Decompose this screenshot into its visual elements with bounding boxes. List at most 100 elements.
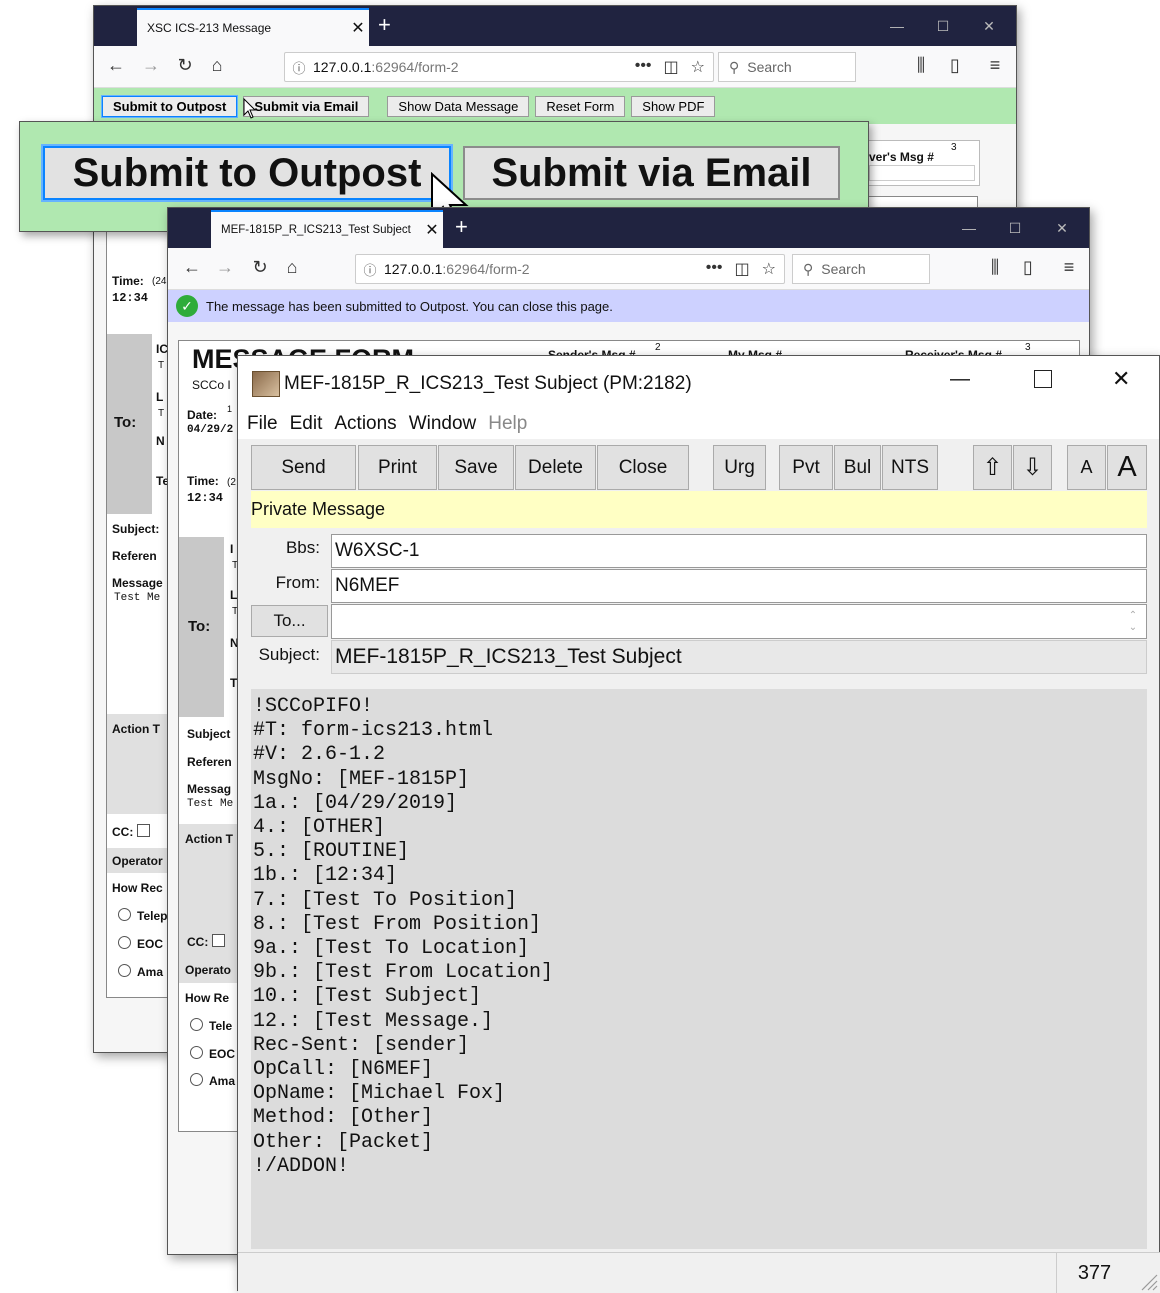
show-pdf-button[interactable]: Show PDF	[631, 95, 716, 117]
bookmark-star-icon[interactable]: ☆	[691, 57, 705, 77]
next-message-button[interactable]: ⇩	[1013, 445, 1052, 490]
bookmark-star-icon[interactable]: ☆	[762, 259, 776, 279]
search-input[interactable]: ⚲ Search	[718, 52, 856, 82]
radio-amateur[interactable]: Ama	[118, 964, 163, 979]
send-button[interactable]: Send	[251, 445, 356, 490]
receivers-msg-input[interactable]	[869, 165, 975, 181]
to-button[interactable]: To...	[251, 605, 328, 637]
banner-text: Private Message	[251, 499, 386, 519]
bulletin-button[interactable]: Bul	[834, 445, 881, 490]
reset-form-button[interactable]: Reset Form	[535, 95, 626, 117]
maximize-icon[interactable]	[1034, 370, 1052, 388]
font-smaller-button[interactable]: A	[1067, 445, 1106, 490]
close-button[interactable]: Close	[597, 445, 689, 490]
menu-window[interactable]: Window	[409, 413, 477, 435]
cc-checkbox[interactable]	[212, 934, 226, 947]
save-button[interactable]: Save	[438, 445, 514, 490]
sidebar-icon[interactable]: ▯	[943, 55, 967, 76]
tab-title: MEF-1815P_R_ICS213_Test Subject	[221, 224, 411, 236]
radio-amateur-label: Ama	[137, 965, 164, 979]
radio-eoc-label: EOC	[137, 937, 164, 951]
home-icon[interactable]: ⌂	[205, 55, 229, 76]
page-actions-icon[interactable]: •••	[706, 259, 723, 279]
nts-button[interactable]: NTS	[882, 445, 938, 490]
message-body[interactable]: !SCCoPIFO! #T: form-ics213.html #V: 2.6-1.…	[251, 689, 1147, 1249]
url-bar[interactable]: ⓘ 127.0.0.1 :62964/form-2 ••• ◫ ☆	[355, 254, 785, 284]
resize-grip-icon[interactable]	[1138, 1271, 1158, 1291]
menu-help[interactable]: Help	[488, 413, 527, 435]
urgent-button[interactable]: Urg	[713, 445, 766, 490]
message-label: Messag	[187, 782, 232, 796]
forward-icon[interactable]: →	[213, 257, 237, 278]
to-scroll[interactable]: ⌃ ⌄	[1120, 605, 1146, 638]
url-host: 127.0.0.1	[384, 261, 443, 277]
reload-icon[interactable]: ↻	[173, 55, 197, 76]
minimize-icon[interactable]: —	[950, 368, 970, 391]
menu-icon[interactable]: ≡	[983, 55, 1007, 76]
how-received-label: How Rec	[112, 881, 163, 895]
scroll-up-icon[interactable]: ⌃	[1129, 610, 1137, 622]
radio-amateur[interactable]: Ama	[190, 1073, 235, 1088]
cc-label: CC:	[112, 825, 134, 839]
submit-to-outpost-button[interactable]: Submit to Outpost	[102, 95, 238, 117]
pocket-icon[interactable]: ◫	[664, 57, 679, 77]
pocket-icon[interactable]: ◫	[735, 259, 750, 279]
close-tab-icon[interactable]: ✕	[347, 18, 369, 38]
maximize-icon[interactable]: ☐	[920, 6, 966, 46]
zoom-submit-via-email-button[interactable]: Submit via Email	[463, 146, 840, 200]
forward-icon[interactable]: →	[139, 55, 163, 76]
new-tab-icon[interactable]: +	[378, 12, 391, 38]
search-input[interactable]: ⚲ Search	[792, 254, 930, 284]
minimize-icon[interactable]: —	[874, 6, 920, 46]
browser-tab[interactable]: MEF-1815P_R_ICS213_Test Subject ✕	[211, 210, 443, 248]
previous-message-button[interactable]: ⇧	[973, 445, 1012, 490]
scroll-down-icon[interactable]: ⌄	[1129, 622, 1137, 634]
menu-icon[interactable]: ≡	[1057, 257, 1081, 278]
subject-field[interactable]: MEF-1815P_R_ICS213_Test Subject	[331, 640, 1147, 674]
close-tab-icon[interactable]: ✕	[421, 220, 443, 240]
radio-telephone[interactable]: Telep	[118, 908, 167, 923]
browser-tab[interactable]: XSC ICS-213 Message ✕	[137, 8, 369, 46]
reload-icon[interactable]: ↻	[248, 257, 272, 278]
back-icon[interactable]: ←	[104, 55, 128, 76]
radio-eoc[interactable]: EOC	[118, 936, 163, 951]
info-icon[interactable]: ⓘ	[356, 260, 384, 279]
receivers-msg-label: ver's Msg #	[869, 150, 934, 164]
info-icon[interactable]: ⓘ	[285, 58, 313, 77]
bbs-field[interactable]: W6XSC-1	[331, 534, 1147, 568]
submit-via-email-button[interactable]: Submit via Email	[243, 95, 370, 117]
url-bar[interactable]: ⓘ 127.0.0.1 :62964/form-2 ••• ◫ ☆	[284, 52, 714, 82]
radio-eoc[interactable]: EOC	[190, 1046, 235, 1061]
font-larger-button[interactable]: A	[1107, 445, 1147, 490]
sidebar-icon[interactable]: ▯	[1016, 257, 1040, 278]
new-tab-icon[interactable]: +	[455, 214, 468, 240]
radio-telephone[interactable]: Tele	[190, 1018, 232, 1033]
minimize-icon[interactable]: —	[946, 208, 992, 248]
library-icon[interactable]: ⫼	[983, 257, 1007, 278]
zoom-submit-to-outpost-button[interactable]: Submit to Outpost	[43, 146, 451, 200]
nts-label: NTS	[891, 456, 929, 478]
radio-telephone-label: Tele	[209, 1019, 233, 1033]
page-actions-icon[interactable]: •••	[635, 57, 652, 77]
close-window-icon[interactable]: ✕	[1039, 208, 1085, 248]
cc-checkbox[interactable]	[137, 824, 151, 837]
send-label: Send	[281, 456, 326, 478]
menu-actions[interactable]: Actions	[334, 413, 396, 435]
library-icon[interactable]: ⫼	[909, 55, 933, 76]
private-button[interactable]: Pvt	[779, 445, 833, 490]
back-icon[interactable]: ←	[180, 257, 204, 278]
close-window-icon[interactable]: ✕	[1112, 366, 1130, 392]
print-button[interactable]: Print	[358, 445, 437, 490]
menu-file[interactable]: File	[247, 413, 278, 435]
to-field[interactable]: ⌃ ⌄	[331, 604, 1147, 639]
maximize-icon[interactable]: ☐	[992, 208, 1038, 248]
to-label: To:	[114, 414, 137, 431]
message-line: Method: [Other]	[253, 1106, 434, 1130]
delete-button[interactable]: Delete	[515, 445, 596, 490]
home-icon[interactable]: ⌂	[280, 257, 304, 278]
from-field[interactable]: N6MEF	[331, 569, 1147, 603]
operator-label: Operator	[112, 854, 163, 868]
close-window-icon[interactable]: ✕	[966, 6, 1012, 46]
menu-edit[interactable]: Edit	[290, 413, 323, 435]
show-data-message-button[interactable]: Show Data Message	[387, 95, 530, 117]
